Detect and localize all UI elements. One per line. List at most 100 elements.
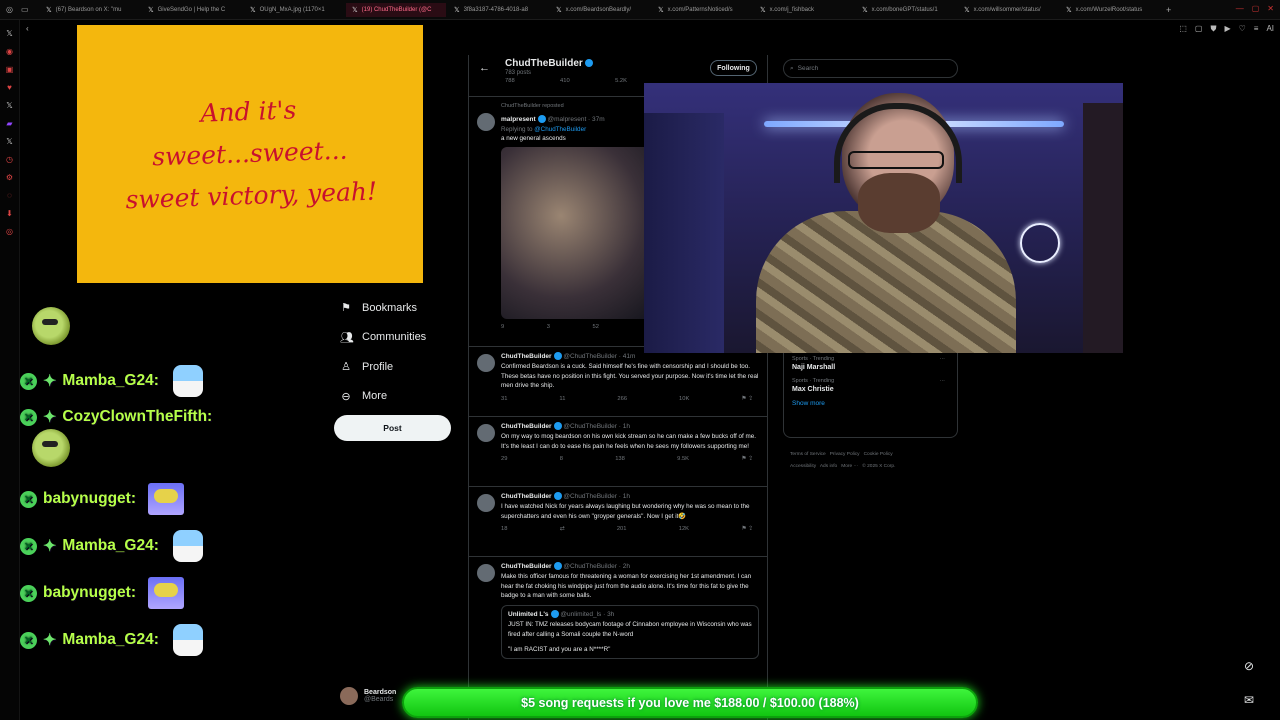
gear-icon[interactable]: ⚙ — [0, 173, 19, 182]
extension-icon[interactable]: ⬚ — [1179, 24, 1187, 34]
like-count[interactable]: 201 — [617, 525, 627, 535]
browser-tab[interactable]: 𝕏x.com/BeardsonBeardly/ — [550, 3, 650, 17]
messenger-icon[interactable]: ◉ — [0, 47, 19, 56]
tweet-header: ChudTheBuilder @ChudTheBuilder · 41m — [501, 352, 759, 362]
mail-icon[interactable]: ▣ — [0, 65, 19, 74]
footer-link[interactable]: Ads info — [820, 464, 837, 469]
browser-tab[interactable]: 𝕏 (19) ChudTheBuilder (@C — [346, 2, 446, 17]
tweet-author[interactable]: ChudTheBuilder — [501, 493, 552, 500]
reply-count[interactable]: 9 — [501, 323, 504, 333]
search-input[interactable]: ⌕ Search — [783, 59, 958, 78]
back-icon[interactable]: ‹ — [26, 24, 29, 33]
account-switcher[interactable]: Beardson @Beards — [340, 687, 396, 705]
views-count[interactable]: 10K — [679, 395, 689, 405]
x-logo-icon[interactable]: 𝕏 — [0, 137, 19, 146]
browser-tab[interactable]: 𝕏x.com/j_fishback — [754, 3, 854, 17]
like-count[interactable]: 5.2K — [615, 78, 627, 84]
x-logo-icon[interactable]: 𝕏 — [0, 29, 19, 38]
quoted-tweet[interactable]: Unlimited L's @unlimited_ls · 3h JUST IN… — [501, 605, 759, 660]
bookmark-icon[interactable]: ⚑ ⇪ — [741, 525, 753, 535]
minimize-icon[interactable]: — — [1236, 4, 1244, 13]
like-count[interactable]: 266 — [617, 395, 627, 405]
browser-tab[interactable]: 𝕏x.com/boneGPT/status/1 — [856, 3, 956, 17]
clock-icon[interactable]: ◷ — [0, 155, 19, 164]
views-count[interactable]: 12K — [679, 525, 689, 535]
quote-text: JUST IN: TMZ releases bodycam footage of… — [508, 620, 752, 638]
trend-item[interactable]: Sports · Trending Max Christie ··· — [792, 378, 949, 393]
reply-count[interactable]: 29 — [501, 455, 507, 465]
tweet-author[interactable]: ChudTheBuilder — [501, 353, 552, 360]
heart-icon[interactable]: ♡ — [1239, 24, 1246, 34]
bookmark-icon[interactable]: ⚑ ⇪ — [741, 455, 753, 465]
views-count[interactable]: 9.5K — [677, 455, 689, 465]
footer-link[interactable]: Accessibility — [790, 464, 816, 469]
tweet[interactable]: ChudTheBuilder @ChudTheBuilder · 1h I ha… — [469, 487, 767, 557]
footer-link[interactable]: Cookie Policy — [864, 452, 893, 457]
reply-count[interactable]: 788 — [505, 78, 515, 84]
repost-count[interactable]: 410 — [560, 78, 570, 84]
bookmark-icon[interactable]: ⚑ ⇪ — [741, 395, 753, 405]
tweet-author[interactable]: malpresent — [501, 116, 536, 123]
browser-logo-icon[interactable]: ◎ — [6, 5, 13, 14]
tweet-text: Make this officer famous for threatening… — [501, 572, 752, 600]
shield-icon[interactable]: ⛊ — [1210, 24, 1216, 34]
footer-link[interactable]: More ··· — [841, 464, 858, 469]
repost-count[interactable]: 3 — [547, 323, 550, 333]
nav-item-profile[interactable]: ♙ Profile — [334, 352, 464, 382]
tweet[interactable]: ChudTheBuilder @ChudTheBuilder · 1h On m… — [469, 417, 767, 487]
tweet-image[interactable] — [501, 147, 651, 320]
reply-count[interactable]: 18 — [501, 525, 507, 535]
following-button[interactable]: Following — [710, 60, 757, 76]
tweet[interactable]: ChudTheBuilder @ChudTheBuilder · 41m Con… — [469, 347, 767, 417]
browser-tab[interactable]: 𝕏 OUgN_MxA.jpg (1170×1 — [244, 3, 344, 17]
like-count[interactable]: 138 — [615, 455, 625, 465]
show-more-link[interactable]: Show more — [792, 400, 949, 407]
reply-count[interactable]: 31 — [501, 395, 507, 405]
nav-item-bookmarks[interactable]: ⚑ Bookmarks — [334, 293, 464, 323]
browser-tab[interactable]: 𝕏x.com/WurzelRoot/status — [1060, 3, 1160, 17]
close-window-icon[interactable]: ✕ — [1267, 4, 1274, 13]
x-logo-icon[interactable]: 𝕏 — [0, 101, 19, 110]
tweet-author[interactable]: ChudTheBuilder — [501, 423, 552, 430]
twitch-icon[interactable]: ▰ — [0, 119, 19, 128]
download-icon[interactable]: ⬇ — [0, 209, 19, 218]
tweet-author[interactable]: ChudTheBuilder — [501, 563, 552, 570]
settings-icon[interactable]: ◎ — [0, 227, 19, 236]
repost-count[interactable]: 8 — [560, 455, 563, 465]
play-icon[interactable]: ▶ — [1224, 24, 1230, 34]
more-icon[interactable]: ··· — [940, 356, 946, 362]
maximize-icon[interactable]: ▢ — [1252, 4, 1260, 13]
trend-item[interactable]: Sports · Trending Naji Marshall ··· — [792, 356, 949, 371]
sidebar-toggle-icon[interactable]: ▭ — [21, 5, 29, 14]
footer-link[interactable]: Terms of Service — [790, 452, 826, 457]
avatar[interactable] — [477, 113, 495, 131]
menu-icon[interactable]: ≡ — [1254, 24, 1259, 34]
post-button[interactable]: Post — [334, 415, 451, 441]
more-icon[interactable]: ··· — [940, 378, 946, 384]
footer-link[interactable]: Privacy Policy — [830, 452, 860, 457]
like-count[interactable]: 52 — [593, 323, 599, 333]
tweet[interactable]: ChudTheBuilder @ChudTheBuilder · 2h Make… — [469, 557, 767, 707]
nav-item-more[interactable]: ⊖ More — [334, 382, 464, 412]
ai-label[interactable]: AI — [1266, 24, 1274, 34]
browser-tab[interactable]: 𝕏 GiveSendGo | Help the C — [142, 3, 242, 17]
avatar[interactable] — [477, 424, 495, 442]
reply-to-handle[interactable]: @ChudTheBuilder — [534, 126, 586, 133]
browser-tab[interactable]: 𝕏 (67) Beardson on X: "mu — [40, 3, 140, 17]
new-tab-icon[interactable]: + — [1166, 5, 1171, 15]
avatar[interactable] — [477, 354, 495, 372]
browser-tab[interactable]: 𝕏x.com/PatternsNoticed/s — [652, 3, 752, 17]
repost-icon[interactable]: ⇄ — [560, 525, 565, 535]
screenshot-icon[interactable]: ▢ — [1195, 24, 1203, 34]
history-icon[interactable]: ◌ — [0, 191, 19, 200]
browser-tab[interactable]: 𝕏x.com/willsommer/status/ — [958, 3, 1058, 17]
repost-count[interactable]: 11 — [559, 395, 565, 405]
messages-icon[interactable]: ✉ — [1238, 689, 1260, 711]
grok-icon[interactable]: ⊘ — [1238, 655, 1260, 677]
avatar[interactable] — [477, 564, 495, 582]
nav-item-communities[interactable]: 👥︎ Communities — [334, 323, 464, 353]
back-arrow-icon[interactable]: ← — [479, 62, 490, 74]
browser-tab[interactable]: 𝕏 3f8a3187-4786-4018-a8 — [448, 3, 548, 17]
heart-icon[interactable]: ♥ — [0, 83, 19, 92]
avatar[interactable] — [477, 494, 495, 512]
